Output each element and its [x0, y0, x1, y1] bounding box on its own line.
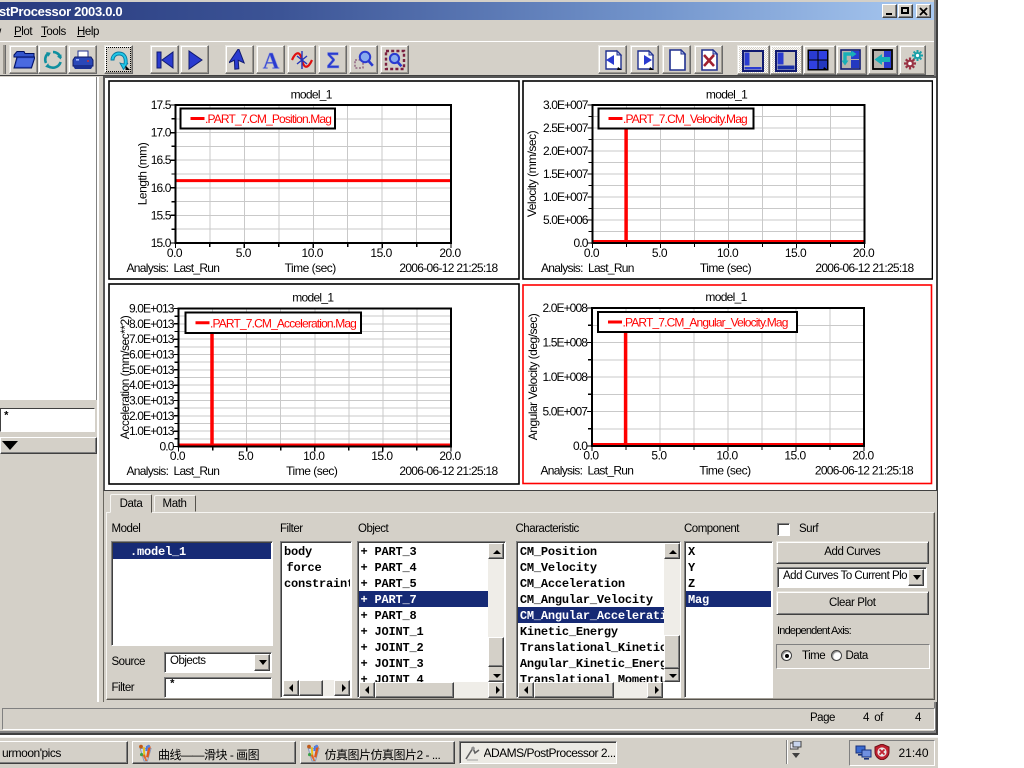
svg-text:10.0: 10.0	[301, 246, 323, 260]
svg-text:0.0: 0.0	[583, 449, 599, 463]
svg-text:8.0E+013: 8.0E+013	[128, 316, 174, 330]
svg-text:2006-06-12 21:25:18: 2006-06-12 21:25:18	[815, 464, 914, 478]
svg-text:model_1: model_1	[705, 87, 747, 101]
svg-text:16.0: 16.0	[150, 180, 171, 194]
svg-text:.PART_7.CM_Angular_Velocity.Ma: .PART_7.CM_Angular_Velocity.Mag	[623, 316, 788, 330]
svg-text:1.5E+008: 1.5E+008	[542, 336, 588, 350]
svg-text:15.0: 15.0	[370, 246, 392, 260]
svg-text:0.0: 0.0	[583, 246, 599, 260]
svg-text:9.0E+013: 9.0E+013	[128, 301, 174, 315]
svg-text:10.0: 10.0	[716, 449, 738, 463]
svg-text:2006-06-12 21:25:18: 2006-06-12 21:25:18	[399, 464, 498, 478]
svg-text:model_1: model_1	[290, 87, 332, 101]
svg-text:5.0: 5.0	[238, 449, 254, 463]
svg-text:Length (mm): Length (mm)	[135, 142, 149, 205]
svg-text:20.0: 20.0	[852, 449, 874, 463]
svg-text:5.0: 5.0	[651, 449, 667, 463]
svg-text:20.0: 20.0	[439, 246, 461, 260]
svg-text:15.0: 15.0	[784, 246, 806, 260]
svg-text:15.0: 15.0	[371, 449, 393, 463]
svg-text:Analysis: Last_Run: Analysis: Last_Run	[541, 464, 634, 478]
svg-text:5.0E+007: 5.0E+007	[542, 405, 588, 419]
svg-text:20.0: 20.0	[439, 449, 461, 463]
svg-text:6.0E+013: 6.0E+013	[128, 347, 174, 361]
svg-text:Acceleration (mm/sec**2): Acceleration (mm/sec**2)	[118, 315, 132, 439]
svg-text:1.5E+007: 1.5E+007	[542, 167, 588, 181]
svg-text:17.0: 17.0	[150, 125, 171, 139]
svg-text:Time (sec): Time (sec)	[699, 261, 751, 275]
svg-text:3.0E+007: 3.0E+007	[542, 98, 588, 112]
svg-text:15.5: 15.5	[150, 208, 171, 222]
svg-text:0.0: 0.0	[169, 449, 185, 463]
svg-text:17.5: 17.5	[150, 98, 171, 112]
svg-text:2.0E+008: 2.0E+008	[542, 301, 588, 315]
svg-text:2006-06-12 21:25:18: 2006-06-12 21:25:18	[399, 261, 498, 275]
svg-text:2.5E+007: 2.5E+007	[542, 121, 588, 135]
svg-text:model_1: model_1	[292, 290, 334, 304]
svg-text:Time (sec): Time (sec)	[284, 261, 336, 275]
svg-text:1.0E+008: 1.0E+008	[542, 370, 588, 384]
svg-text:4.0E+013: 4.0E+013	[128, 378, 174, 392]
svg-text:3.0E+013: 3.0E+013	[128, 393, 174, 407]
svg-text:15.0: 15.0	[784, 449, 806, 463]
svg-text:Velocity (mm/sec): Velocity (mm/sec)	[525, 130, 539, 217]
svg-text:20.0: 20.0	[852, 246, 874, 260]
svg-text:2006-06-12 21:25:18: 2006-06-12 21:25:18	[815, 261, 914, 275]
svg-text:5.0: 5.0	[651, 246, 667, 260]
svg-text:Time (sec): Time (sec)	[699, 464, 751, 478]
svg-text:model_1: model_1	[705, 290, 747, 304]
svg-text:5.0E+006: 5.0E+006	[542, 213, 588, 227]
svg-text:7.0E+013: 7.0E+013	[128, 332, 174, 346]
svg-text:0.0: 0.0	[166, 246, 182, 260]
svg-text:5.0: 5.0	[235, 246, 251, 260]
svg-text:16.5: 16.5	[150, 153, 171, 167]
svg-text:10.0: 10.0	[716, 246, 738, 260]
svg-text:10.0: 10.0	[303, 449, 325, 463]
svg-text:.PART_7.CM_Acceleration.Mag: .PART_7.CM_Acceleration.Mag	[210, 316, 356, 330]
svg-text:A: A	[263, 49, 280, 71]
svg-text:Σ: Σ	[326, 49, 339, 71]
svg-text:2.0E+007: 2.0E+007	[542, 144, 588, 158]
svg-text:Analysis: Last_Run: Analysis: Last_Run	[126, 464, 219, 478]
svg-text:Analysis: Last_Run: Analysis: Last_Run	[126, 261, 219, 275]
svg-text:Angular Velocity (deg/sec): Angular Velocity (deg/sec)	[526, 313, 540, 440]
svg-text:5.0E+013: 5.0E+013	[128, 362, 174, 376]
svg-text:2.0E+013: 2.0E+013	[128, 408, 174, 422]
svg-text:.PART_7.CM_Position.Mag: .PART_7.CM_Position.Mag	[205, 112, 331, 126]
svg-text:Analysis: Last_Run: Analysis: Last_Run	[541, 261, 634, 275]
svg-text:.PART_7.CM_Velocity.Mag: .PART_7.CM_Velocity.Mag	[623, 112, 747, 126]
svg-text:Time (sec): Time (sec)	[286, 464, 338, 478]
svg-text:1.0E+007: 1.0E+007	[542, 190, 588, 204]
svg-text:1.0E+013: 1.0E+013	[128, 424, 174, 438]
